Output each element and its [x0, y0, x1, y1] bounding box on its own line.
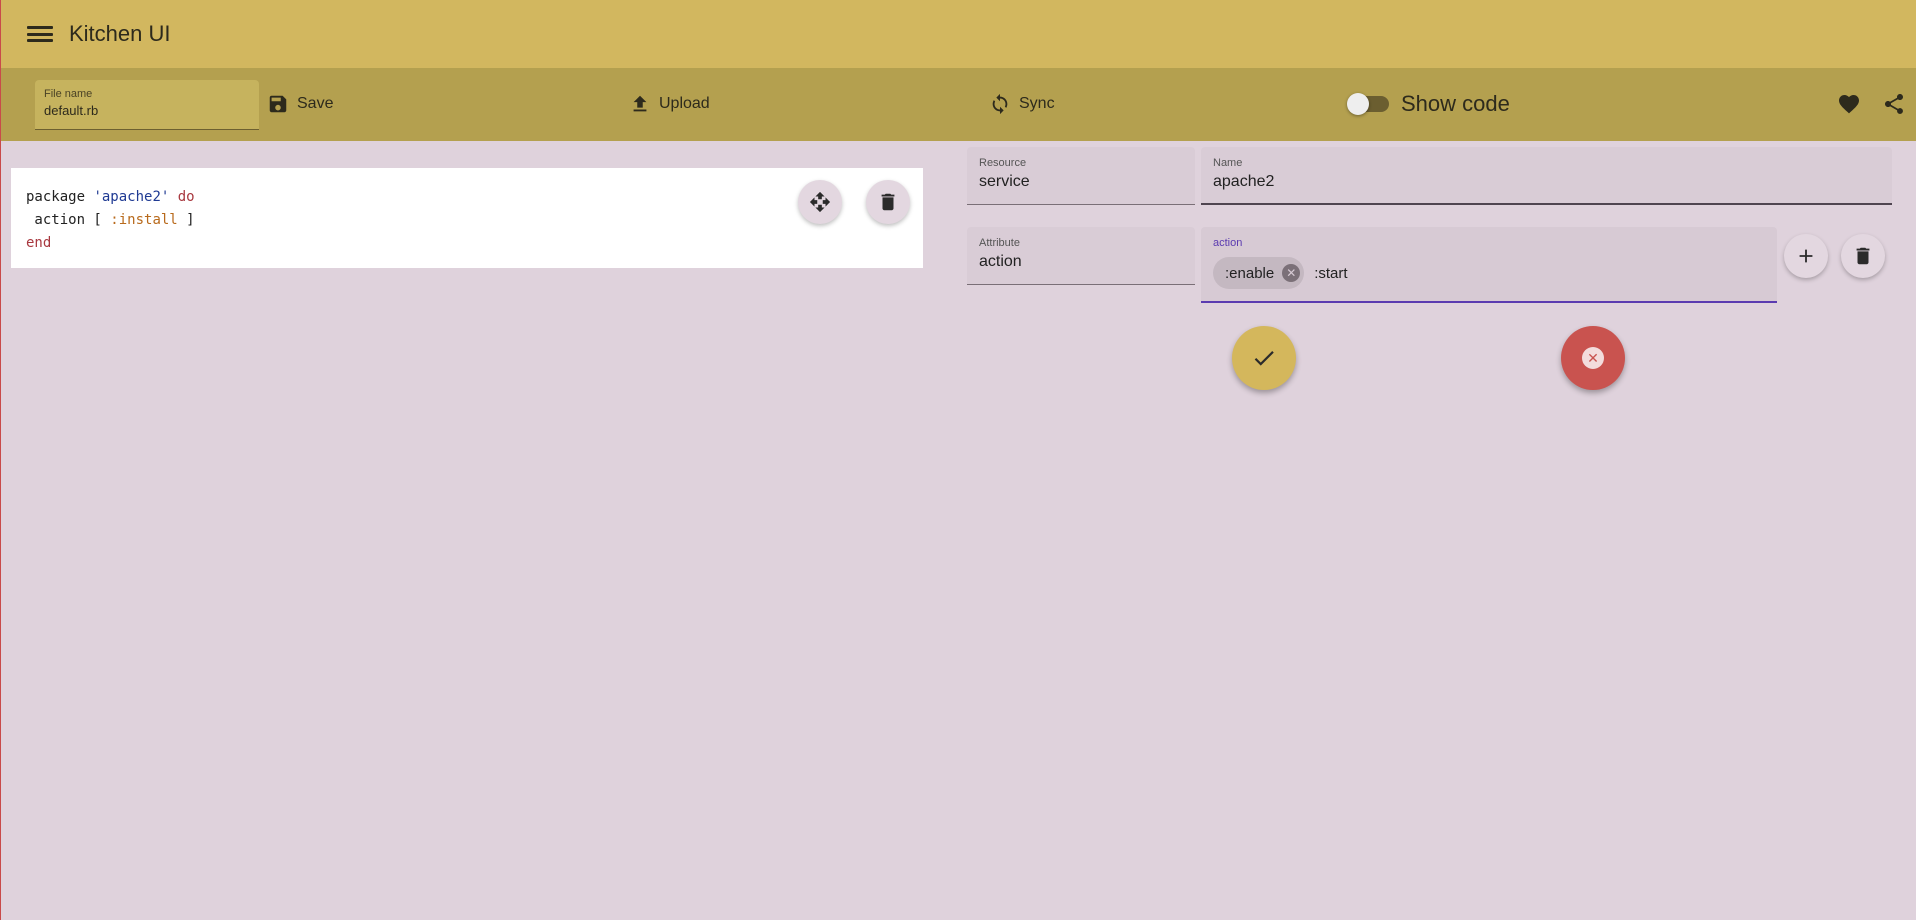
filename-input[interactable]: default.rb [44, 103, 251, 118]
code-card: package 'apache2' do action [ :install ]… [11, 168, 923, 268]
code-line-3: end [26, 235, 52, 251]
sync-label: Sync [1019, 95, 1055, 112]
trash-icon [1856, 247, 1870, 265]
toolbar: File name default.rb Save Upload Sync Sh… [1, 68, 1916, 141]
attribute-field[interactable]: Attribute action [967, 227, 1195, 285]
resource-label: Resource [979, 157, 1027, 169]
filename-label: File name [44, 88, 93, 100]
action-chip-field[interactable]: action :enable ✕ [1201, 227, 1777, 303]
sync-icon [992, 93, 1008, 115]
code-block: package 'apache2' do action [ :install ]… [26, 186, 195, 255]
upload-button[interactable]: Upload [629, 90, 710, 118]
plus-icon [1799, 249, 1813, 263]
app-title: Kitchen UI [69, 21, 171, 46]
chip-row: :enable ✕ [1213, 257, 1765, 289]
action-input[interactable] [1314, 264, 1695, 282]
resource-select[interactable]: service [979, 173, 1183, 191]
chip-enable[interactable]: :enable ✕ [1213, 257, 1305, 289]
show-code-label: Show code [1401, 91, 1510, 116]
share-button[interactable] [1882, 92, 1906, 116]
confirm-button[interactable] [1232, 326, 1296, 390]
toggle-thumb[interactable] [1347, 93, 1369, 115]
name-input[interactable]: apache2 [1213, 173, 1880, 191]
code-line-2: action [ :install ] [26, 212, 195, 228]
save-icon [269, 95, 287, 113]
share-icon [1885, 94, 1903, 114]
action-label: action [1213, 237, 1243, 249]
favorite-button[interactable] [1837, 92, 1861, 116]
attribute-label: Attribute [979, 237, 1020, 249]
code-line-1: package 'apache2' do [26, 189, 195, 205]
upload-label: Upload [659, 95, 710, 112]
resource-field[interactable]: Resource service [967, 147, 1195, 205]
delete-attribute-button[interactable] [1841, 234, 1885, 278]
cancel-button[interactable]: ✕ [1561, 326, 1625, 390]
menu-icon[interactable] [27, 23, 53, 45]
move-icon [809, 191, 831, 213]
filename-field[interactable]: File name default.rb [35, 80, 259, 130]
cancel-icon: ✕ [1582, 347, 1604, 369]
chip-label: :enable [1225, 264, 1275, 282]
upload-icon [633, 95, 647, 112]
delete-code-button[interactable] [866, 180, 910, 224]
move-button[interactable] [798, 180, 842, 224]
app-bar: Kitchen UI [1, 0, 1916, 68]
show-code-toggle[interactable]: Show code [1347, 91, 1510, 117]
chip-remove-icon[interactable]: ✕ [1282, 264, 1301, 282]
attribute-select[interactable]: action [979, 253, 1183, 271]
save-button[interactable]: Save [267, 90, 333, 118]
name-label: Name [1213, 157, 1243, 169]
name-field[interactable]: Name apache2 [1201, 147, 1892, 205]
save-label: Save [297, 95, 334, 112]
add-attribute-button[interactable] [1784, 234, 1828, 278]
toggle-track[interactable] [1347, 93, 1389, 115]
heart-icon [1839, 95, 1859, 114]
check-icon [1254, 351, 1274, 366]
trash-icon [881, 193, 895, 211]
sync-button[interactable]: Sync [989, 90, 1055, 118]
